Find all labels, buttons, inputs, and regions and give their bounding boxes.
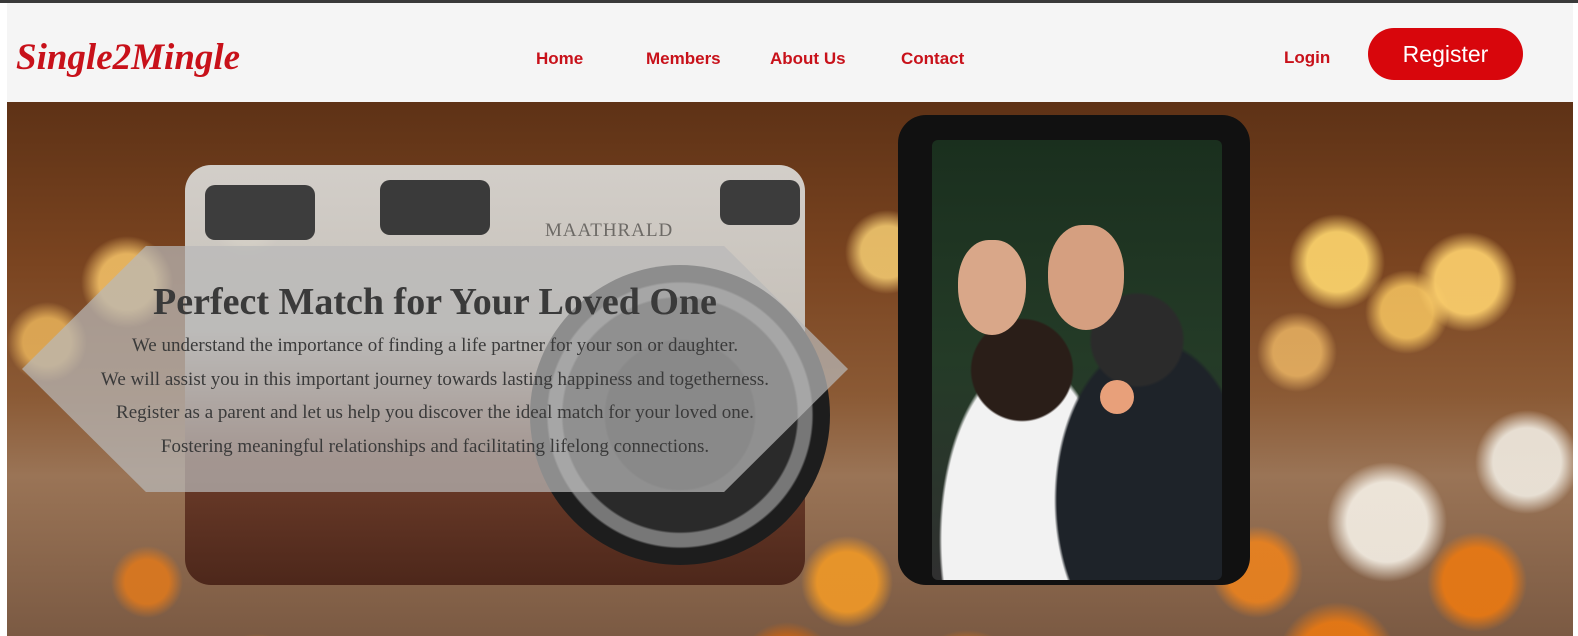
wedding-photo — [932, 140, 1222, 580]
hero-title: Perfect Match for Your Loved One — [153, 281, 717, 323]
site-header: Single2Mingle Home Members About Us Cont… — [7, 3, 1573, 102]
nav-contact-link[interactable]: Contact — [901, 49, 964, 69]
hero-line-2: We will assist you in this important jou… — [100, 369, 770, 390]
bride-face — [958, 240, 1026, 335]
camera-dial-center — [380, 180, 490, 235]
login-link[interactable]: Login — [1284, 48, 1330, 68]
camera-dial-right — [720, 180, 800, 225]
nav-home-link[interactable]: Home — [536, 49, 583, 69]
camera-brand-text: MAATHRALD — [545, 220, 674, 241]
hero-line-4: Fostering meaningful relationships and f… — [160, 436, 710, 457]
camera-dial-left — [205, 185, 315, 240]
hero-line-1: We understand the importance of finding … — [131, 335, 739, 356]
nav-about-link[interactable]: About Us — [770, 49, 846, 69]
hero-line-3: Register as a parent and let us help you… — [116, 402, 754, 423]
nav-members-link[interactable]: Members — [646, 49, 721, 69]
groom-face — [1048, 225, 1124, 330]
boutonniere — [1100, 380, 1134, 414]
register-button[interactable]: Register — [1368, 28, 1523, 80]
site-logo[interactable]: Single2Mingle — [16, 36, 240, 79]
